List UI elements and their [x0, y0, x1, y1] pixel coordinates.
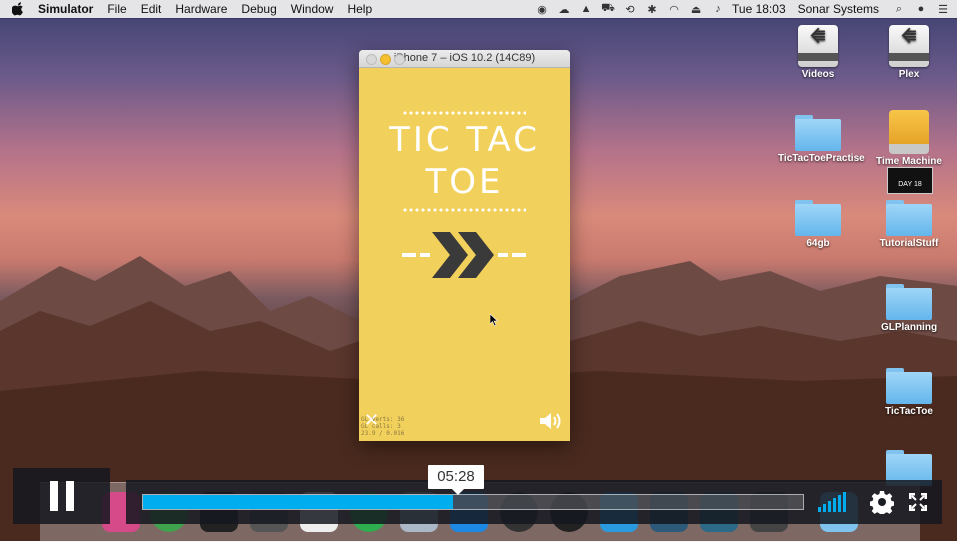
time-machine-drive-icon [889, 110, 929, 154]
day-label: DAY 18 [898, 181, 922, 188]
play-arrow-button[interactable] [402, 230, 528, 280]
window-title: iPhone 7 – iOS 10.2 (14C89) [393, 52, 536, 64]
desktop-icon-tictactoe[interactable]: TicTacToe [869, 368, 949, 417]
pause-control [13, 468, 110, 524]
folder-icon [886, 368, 932, 404]
folder-icon [886, 284, 932, 320]
bluetooth-icon[interactable]: ✱ [644, 3, 660, 16]
game-title-line2: TOE [425, 162, 504, 202]
desktop-icon-label: Plex [898, 69, 920, 80]
minimize-window-button[interactable] [380, 54, 391, 65]
desktop-icon-64gb[interactable]: 64gb [778, 200, 858, 249]
desktop-icon-label: TicTacToe [885, 406, 933, 417]
volume-icon[interactable]: ♪ [710, 3, 726, 15]
menu-bar: Simulator File Edit Hardware Debug Windo… [0, 0, 957, 18]
desktop-icon-plex[interactable]: ⭅ Plex [869, 25, 949, 80]
speaker-sound-icon[interactable] [538, 411, 562, 431]
zoom-window-button[interactable] [394, 54, 405, 65]
stat-line: GL verts: 36 [361, 416, 405, 423]
dotted-divider-bottom [402, 208, 526, 212]
menu-window[interactable]: Window [291, 2, 334, 16]
window-title-bar[interactable]: iPhone 7 – iOS 10.2 (14C89) [359, 50, 570, 68]
desktop-icon-label: GLPlanning [880, 322, 938, 333]
day-thumbnail[interactable]: DAY 18 [887, 167, 933, 194]
desktop-icon-label: TicTacToePractise [778, 153, 865, 164]
menu-help[interactable]: Help [347, 2, 372, 16]
status-menus: ◉ ☁ ▲ ⛟ ⟲ ✱ ◠ ⏏ ♪ Tue 18:03 Sonar System… [534, 0, 957, 18]
menu-file[interactable]: File [107, 2, 126, 16]
notification-center-icon[interactable]: ☰ [935, 3, 951, 16]
progress-track[interactable] [142, 494, 804, 510]
folder-icon [795, 200, 841, 236]
simulator-window[interactable]: iPhone 7 – iOS 10.2 (14C89) TIC TAC TOE … [359, 50, 570, 441]
apple-menu-icon[interactable] [12, 2, 26, 16]
folder-icon [886, 200, 932, 236]
folder-icon [795, 115, 841, 151]
device-screen[interactable]: TIC TAC TOE ✕ GL verts: 36 GL calls: 3 2… [359, 68, 570, 441]
spotlight-search-icon[interactable]: ⌕ [891, 3, 907, 15]
airplay-icon[interactable]: ⏏ [688, 3, 704, 16]
fullscreen-icon[interactable] [908, 492, 928, 512]
pause-button[interactable] [49, 481, 74, 511]
menubar-user[interactable]: Sonar Systems [798, 2, 879, 16]
menu-app-name[interactable]: Simulator [38, 2, 93, 16]
desktop-icon-label: TutorialStuff [879, 238, 939, 249]
menu-hardware[interactable]: Hardware [175, 2, 227, 16]
video-control-bar [126, 480, 942, 524]
dotted-divider-top [402, 111, 526, 115]
desktop-icon-label: Time Machine [876, 156, 942, 167]
menu-edit[interactable]: Edit [141, 2, 162, 16]
time-tooltip: 05:28 [428, 465, 484, 495]
time-machine-icon[interactable]: ⟲ [622, 3, 638, 16]
wifi-icon[interactable]: ◠ [666, 3, 682, 16]
mouse-cursor-icon [490, 314, 498, 326]
siri-icon[interactable]: ● [913, 3, 929, 15]
debug-stats: GL verts: 36 GL calls: 3 23.9 / 0.016 [361, 416, 404, 437]
desktop-icon-label: 64gb [806, 238, 830, 249]
creative-cloud-icon[interactable]: ☁ [556, 3, 572, 16]
desktop-icon-videos[interactable]: ⭅ Videos [778, 25, 858, 80]
menubar-clock[interactable]: Tue 18:03 [732, 2, 786, 16]
settings-gear-icon[interactable] [870, 490, 894, 514]
progress-fill [143, 495, 454, 509]
desktop-icon-tictactoepractise[interactable]: TicTacToePractise [778, 115, 865, 164]
stat-line: 23.9 / 0.016 [361, 430, 405, 437]
desktop-icon-tutorialstuff[interactable]: TutorialStuff [869, 200, 949, 249]
stat-line: GL calls: 3 [361, 423, 401, 430]
external-drive-icon: ⭅ [889, 25, 929, 67]
desktop-icon-time-machine[interactable]: Time Machine [869, 110, 949, 167]
desktop-icon-label: Videos [801, 69, 835, 80]
game-title-line1: TIC TAC [389, 120, 540, 160]
drive-icon[interactable]: ▲ [578, 3, 594, 15]
volume-level-icon[interactable] [818, 492, 846, 512]
menu-debug[interactable]: Debug [241, 2, 276, 16]
external-drive-icon: ⭅ [798, 25, 838, 67]
close-window-button[interactable] [366, 54, 377, 65]
truck-icon[interactable]: ⛟ [600, 2, 616, 15]
record-icon[interactable]: ◉ [534, 3, 550, 16]
desktop-icon-glplanning[interactable]: GLPlanning [869, 284, 949, 333]
